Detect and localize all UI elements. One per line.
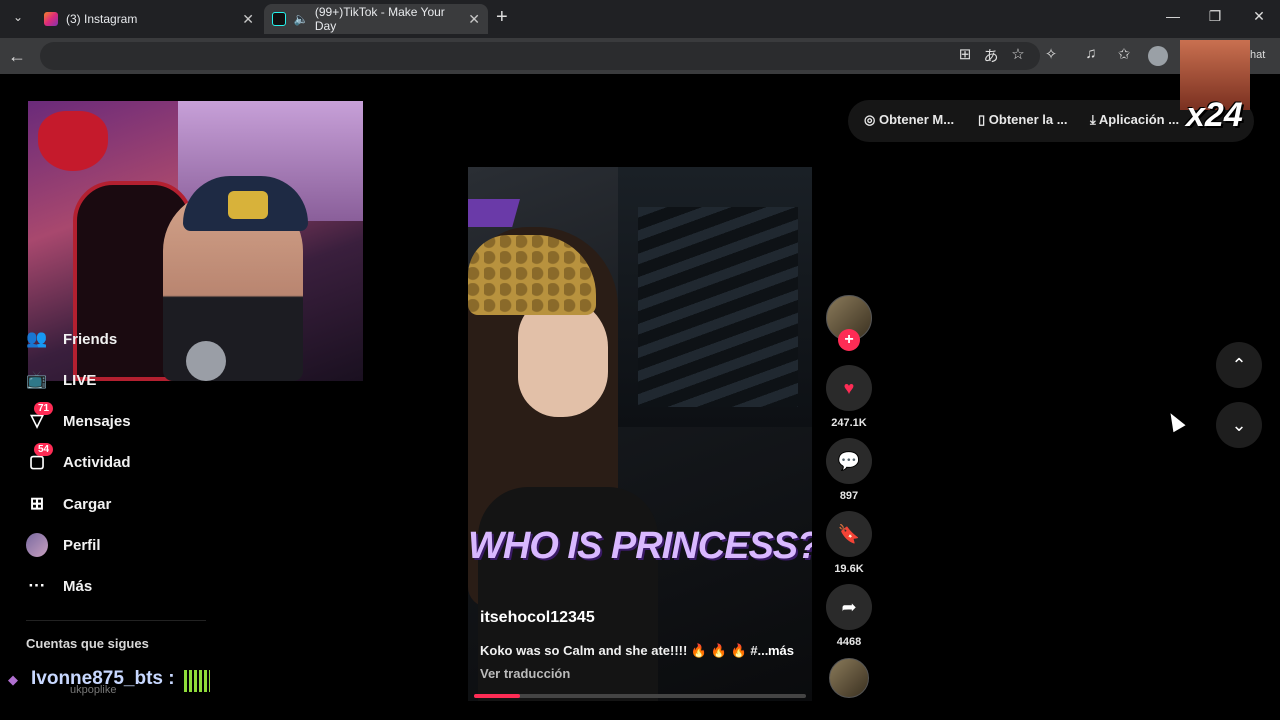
heart-balloon	[38, 111, 108, 171]
upload-icon: ⊞	[29, 494, 45, 513]
translate-link[interactable]: Ver traducción	[480, 666, 570, 681]
stream-chat-name: Ivonne875_bts :	[31, 668, 175, 689]
share-count: 4468	[836, 636, 862, 648]
tab-label: (3) Instagram	[66, 12, 138, 26]
new-tab-button[interactable]: +	[496, 6, 508, 29]
sidebar-item-label: Cargar	[63, 495, 112, 513]
previous-video-chevron-up-icon[interactable]: ⌃	[1216, 342, 1262, 388]
like-heart-icon[interactable]: ♥	[826, 365, 872, 411]
share-arrow-icon[interactable]: ➦	[826, 584, 872, 630]
sidebar-item-friends[interactable]: 👥 Friends	[26, 324, 286, 354]
app-label: Aplicación ...	[1098, 112, 1180, 127]
extensions-icon[interactable]: ✧	[1040, 45, 1062, 63]
phone-icon: ▯	[978, 112, 986, 127]
sidebar-item-label: Actividad	[63, 453, 131, 471]
sidebar-item-more[interactable]: ··· Más	[26, 571, 286, 601]
maximize-button[interactable]: ❐	[1200, 8, 1230, 25]
back-arrow-icon[interactable]: ←	[8, 46, 26, 67]
next-video-chevron-down-icon[interactable]: ⌄	[1216, 402, 1262, 448]
video-progress-bar[interactable]	[474, 694, 806, 698]
minimize-button[interactable]: —	[1158, 8, 1188, 24]
video-name-tag	[468, 199, 520, 227]
chat-badge-icon: ◆	[8, 672, 18, 687]
profile-avatar	[26, 533, 48, 557]
video-author[interactable]: itsehocol12345	[480, 609, 595, 627]
tab-label: (99+)TikTok - Make Your Day	[314, 5, 445, 33]
favorites-icon[interactable]: ✩	[1113, 45, 1135, 63]
like-count: 247.1K	[831, 417, 867, 429]
close-window-button[interactable]: ✕	[1244, 8, 1274, 25]
messages-badge: 71	[34, 402, 54, 415]
live-icon: 📺	[26, 370, 48, 389]
audio-meter-icon	[184, 670, 210, 692]
tab-instagram[interactable]: (3) Instagram ✕	[36, 4, 262, 34]
sidebar-item-live[interactable]: 📺 LIVE	[26, 365, 286, 395]
comment-count: 897	[839, 490, 859, 502]
speaker-icon[interactable]: 🔈	[294, 12, 309, 26]
tab-list-chevron-down-icon[interactable]: ⌄	[8, 10, 28, 28]
tab-close-icon[interactable]: ✕	[468, 11, 480, 28]
sidebar-item-messages[interactable]: ▽ 71 Mensajes	[26, 402, 286, 436]
browser-tab-bar: ⌄ (3) Instagram ✕ 🔈 (99+)TikTok - Make Y…	[0, 0, 1280, 38]
video-subject-face	[518, 297, 608, 417]
app-grid-icon[interactable]: ⊞	[954, 45, 976, 63]
sidebar-item-label: Mensajes	[63, 412, 131, 430]
sound-disc-avatar[interactable]	[829, 658, 869, 698]
get-la-label: Obtener la ...	[988, 112, 1068, 127]
sidebar-item-upload[interactable]: ⊞ Cargar	[26, 489, 286, 519]
sidebar-item-activity[interactable]: ▢ 54 Actividad	[26, 443, 286, 477]
save-count: 19.6K	[834, 563, 864, 575]
sidebar-item-label: LIVE	[63, 371, 97, 389]
tiktok-page: ◎ Obtener M... ▯ Obtener la ... ⤓ Aplica…	[0, 40, 1280, 720]
sidebar-item-label: Más	[63, 577, 93, 595]
cap-logo	[228, 191, 268, 219]
profile-avatar-icon[interactable]	[1148, 46, 1168, 66]
tab-tiktok[interactable]: 🔈 (99+)TikTok - Make Your Day ✕	[264, 4, 488, 34]
mouse-cursor-icon	[1164, 409, 1186, 433]
chat-label[interactable]: hat	[1250, 49, 1265, 61]
video-description: Koko was so Calm and she ate!!!! 🔥 🔥 🔥 #…	[480, 643, 769, 658]
video-caption: WHO IS PRINCESS?	[468, 525, 812, 567]
sidebar-item-profile[interactable]: Perfil	[26, 530, 286, 560]
activity-badge: 54	[34, 443, 54, 456]
multiplier-overlay: x24	[1186, 96, 1243, 134]
get-app-button[interactable]: ▯ Obtener la ...	[978, 112, 1068, 128]
more-icon: ···	[28, 576, 46, 595]
coins-icon: ◎	[864, 112, 876, 127]
translate-icon[interactable]: あ	[980, 45, 1002, 66]
video-progress-fill	[474, 694, 521, 698]
bookmark-icon[interactable]: 🔖	[826, 511, 872, 557]
more-link[interactable]: más	[768, 643, 794, 658]
activity-icon: ▢ 54	[26, 443, 54, 473]
sidebar-item-label: Friends	[63, 330, 118, 348]
messages-icon: ▽ 71	[26, 402, 54, 432]
get-m-button[interactable]: ◎ Obtener M...	[864, 112, 954, 128]
app-download-button[interactable]: ⤓ Aplicación ...	[1090, 112, 1179, 128]
favorite-star-icon[interactable]: ☆	[1007, 45, 1029, 63]
instagram-icon	[44, 12, 58, 26]
download-icon: ⤓	[1090, 112, 1096, 127]
follow-plus-icon[interactable]: +	[838, 329, 860, 351]
following-title: Cuentas que sigues	[26, 636, 149, 651]
url-field[interactable]	[40, 42, 1040, 70]
sidebar-item-label: Perfil	[63, 536, 101, 554]
video-stairs	[638, 207, 798, 407]
comment-icon[interactable]: 💬	[826, 438, 872, 484]
video-player[interactable]: WHO IS PRINCESS? itsehocol12345 Koko was…	[468, 167, 812, 701]
media-icon[interactable]: ♫	[1080, 45, 1102, 62]
sidebar-divider	[26, 620, 206, 621]
get-m-label: Obtener M...	[878, 112, 955, 127]
tiktok-icon	[272, 12, 286, 26]
tab-close-icon[interactable]: ✕	[242, 11, 254, 28]
friends-icon: 👥	[26, 329, 48, 348]
